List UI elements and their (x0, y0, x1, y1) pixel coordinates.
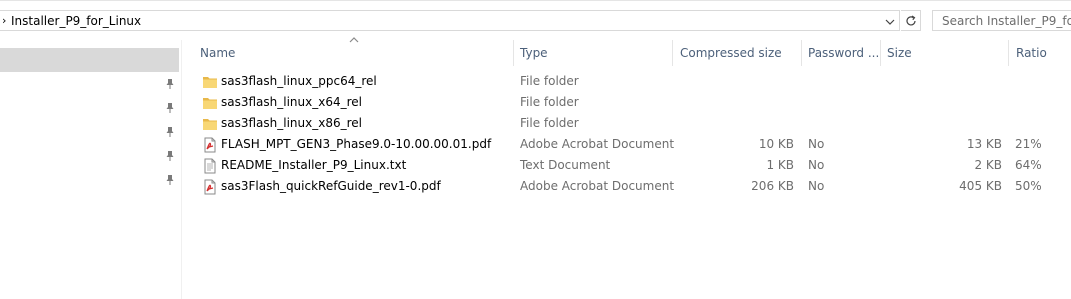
file-compressed-size: 1 KB (766, 158, 794, 172)
sort-ascending-icon (349, 37, 359, 43)
text-file-icon (204, 158, 216, 174)
file-name[interactable]: FLASH_MPT_GEN3_Phase9.0-10.00.00.01.pdf (221, 137, 491, 151)
folder-icon (203, 77, 217, 88)
file-type: File folder (520, 95, 579, 109)
column-header-compressed-size[interactable]: Compressed size (680, 46, 782, 60)
file-size: 405 KB (959, 179, 1002, 193)
column-divider[interactable] (1008, 40, 1009, 66)
file-row[interactable]: README_Installer_P9_Linux.txt Text Docum… (182, 155, 1071, 176)
file-name[interactable]: sas3flash_linux_ppc64_rel (221, 74, 377, 88)
address-history-dropdown-button[interactable] (881, 12, 899, 31)
search-input[interactable]: Search Installer_P9_for_Linux (942, 14, 1071, 28)
refresh-icon (905, 14, 916, 25)
breadcrumb-chevron-icon[interactable]: › (2, 14, 6, 27)
file-size: 2 KB (974, 158, 1002, 172)
file-ratio: 21% (1015, 137, 1042, 151)
column-divider[interactable] (801, 40, 802, 66)
refresh-button[interactable] (901, 10, 921, 31)
file-row[interactable]: FLASH_MPT_GEN3_Phase9.0-10.00.00.01.pdf … (182, 134, 1071, 155)
file-type: File folder (520, 74, 579, 88)
address-bar[interactable]: › Installer_P9_for_Linux (0, 10, 900, 31)
nav-selected-item[interactable] (0, 48, 179, 72)
pin-icon[interactable] (163, 101, 177, 115)
pin-icon[interactable] (163, 173, 177, 187)
file-row[interactable]: sas3flash_linux_x86_rel File folder (182, 113, 1071, 134)
column-headers: Name Type Compressed size Password ... S… (182, 37, 1071, 66)
column-header-name[interactable]: Name (200, 46, 235, 60)
file-name[interactable]: sas3flash_linux_x64_rel (221, 95, 362, 109)
file-name[interactable]: sas3Flash_quickRefGuide_rev1-0.pdf (221, 179, 441, 193)
column-header-type[interactable]: Type (520, 46, 548, 60)
file-password: No (808, 137, 825, 151)
file-type: File folder (520, 116, 579, 130)
file-row[interactable]: sas3flash_linux_x64_rel File folder (182, 92, 1071, 113)
column-header-password[interactable]: Password ... (808, 46, 879, 60)
pdf-icon (204, 137, 216, 153)
file-password: No (808, 158, 825, 172)
file-name[interactable]: sas3flash_linux_x86_rel (221, 116, 362, 130)
file-type: Adobe Acrobat Document (520, 137, 675, 151)
pdf-icon (204, 179, 216, 195)
column-header-size[interactable]: Size (887, 46, 912, 60)
pin-icon[interactable] (163, 149, 177, 163)
file-ratio: 50% (1015, 179, 1042, 193)
chevron-down-icon (885, 19, 895, 25)
column-header-ratio[interactable]: Ratio (1016, 46, 1047, 60)
file-row[interactable]: sas3flash_linux_ppc64_rel File folder (182, 71, 1071, 92)
pin-icon[interactable] (163, 125, 177, 139)
breadcrumb-current-folder[interactable]: Installer_P9_for_Linux (11, 14, 141, 28)
folder-icon (203, 119, 217, 130)
file-size: 13 KB (966, 137, 1002, 151)
window-top-border (0, 0, 1071, 1)
file-type: Text Document (520, 158, 611, 172)
file-ratio: 64% (1015, 158, 1042, 172)
column-divider[interactable] (672, 40, 673, 66)
column-divider[interactable] (513, 40, 514, 66)
search-box[interactable]: Search Installer_P9_for_Linux (932, 10, 1071, 31)
file-row[interactable]: sas3Flash_quickRefGuide_rev1-0.pdf Adobe… (182, 176, 1071, 197)
file-compressed-size: 206 KB (751, 179, 794, 193)
navigation-pane[interactable] (0, 40, 181, 299)
file-compressed-size: 10 KB (758, 137, 794, 151)
column-divider[interactable] (880, 40, 881, 66)
pin-icon[interactable] (163, 77, 177, 91)
file-type: Adobe Acrobat Document (520, 179, 675, 193)
file-name[interactable]: README_Installer_P9_Linux.txt (221, 158, 406, 172)
folder-icon (203, 98, 217, 109)
file-password: No (808, 179, 825, 193)
